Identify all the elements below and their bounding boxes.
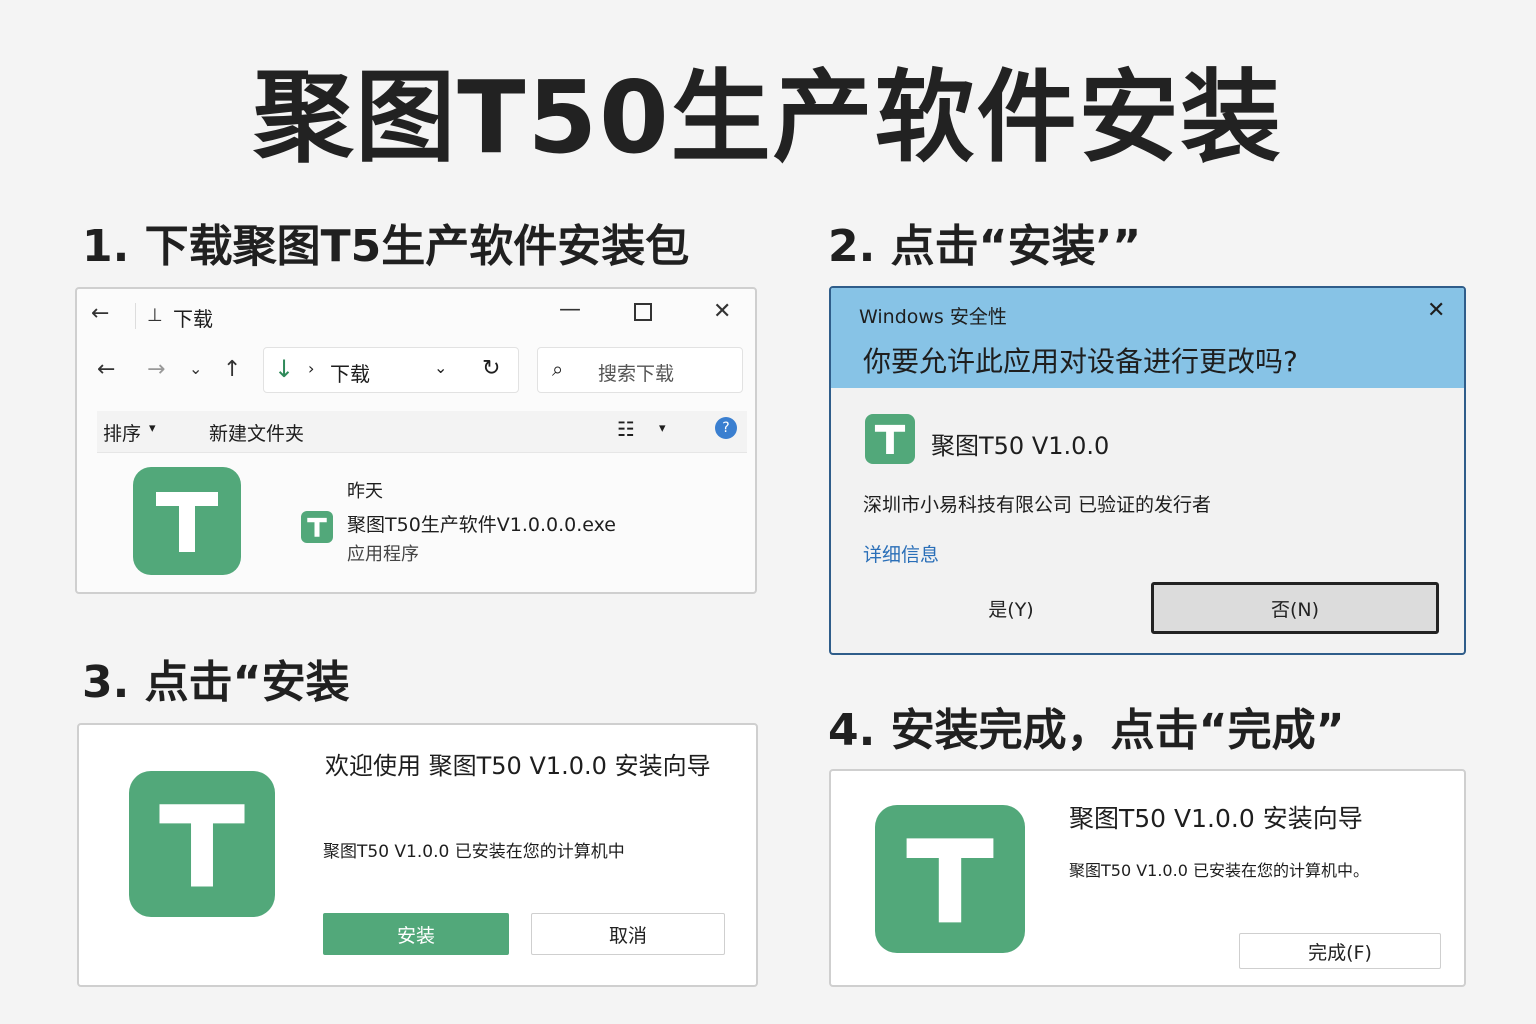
uac-publisher: 深圳市小易科技有限公司 已验证的发行者 [863,494,1212,516]
file-type: 应用程序 [347,544,419,565]
installer-finish-window: 聚图T50 V1.0.0 安装向导 聚图T50 V1.0.0 已安装在您的计算机… [829,769,1466,987]
close-icon[interactable]: ✕ [713,299,731,324]
uac-dialog: Windows 安全性 ✕ 你要允许此应用对设备进行更改吗? 聚图T50 V1.… [829,286,1466,655]
tab-title[interactable]: 下载 [173,303,213,332]
file-date-label: 昨天 [347,481,383,502]
view-dropdown-icon[interactable]: ▾ [659,421,666,436]
help-icon[interactable]: ? [715,417,737,439]
install-button[interactable]: 安装 [323,913,509,955]
search-placeholder: 搜索下载 [598,363,675,385]
uac-close-icon[interactable]: ✕ [1427,298,1445,323]
finish-text: 聚图T50 V1.0.0 已安装在您的计算机中。 [1069,861,1369,880]
installer-welcome-window: 欢迎使用 聚图T50 V1.0.0 安装向导 聚图T50 V1.0.0 已安装在… [77,723,758,987]
tab-divider [135,303,136,329]
path-chevron-icon: › [308,359,315,378]
cancel-button[interactable]: 取消 [531,913,725,955]
finish-logo-icon [875,805,1025,953]
sort-dropdown-icon[interactable]: ▾ [149,421,156,436]
step-1-heading: 1. 下载聚图T5生产软件安装包 [82,221,690,272]
uac-header: Windows 安全性 ✕ 你要允许此应用对设备进行更改吗? [831,288,1464,388]
nav-forward-icon[interactable]: → [147,357,165,382]
finish-title: 聚图T50 V1.0.0 安装向导 [1069,804,1363,833]
uac-more-details-link[interactable]: 详细信息 [863,540,939,567]
uac-question: 你要允许此应用对设备进行更改吗? [863,345,1298,378]
file-name[interactable]: 聚图T50生产软件V1.0.0.0.exe [347,510,616,537]
app-logo-icon [133,467,241,575]
new-folder-button[interactable]: 新建文件夹 [209,419,304,446]
installer-welcome-title: 欢迎使用 聚图T50 V1.0.0 安装向导 [325,752,711,780]
search-box[interactable]: ⌕ 搜索下载 [537,347,743,393]
download-arrow-icon: ↓ [274,355,295,383]
finish-button[interactable]: 完成(F) [1239,933,1441,969]
page-title: 聚图T50生产软件安装 [253,59,1283,176]
installer-welcome-text: 聚图T50 V1.0.0 已安装在您的计算机中 [323,842,625,862]
search-icon: ⌕ [552,357,564,381]
uac-app-name: 聚图T50 V1.0.0 [931,432,1110,460]
maximize-icon[interactable] [634,303,652,321]
step-3-heading: 3. 点击“安装 [82,657,350,708]
path-segment-downloads[interactable]: 下载 [330,358,370,387]
step-4-heading: 4. 安装完成，点击“完成” [828,705,1345,756]
refresh-icon[interactable]: ↻ [482,356,500,381]
minimize-icon[interactable]: — [559,297,581,322]
download-icon: ⊥ [147,305,163,326]
installer-logo-icon [129,771,275,917]
sort-button[interactable]: 排序 [103,419,141,446]
uac-yes-button[interactable]: 是(Y) [863,584,1159,632]
command-bar: 排序 ▾ 新建文件夹 ☷ ▾ ? [97,411,747,453]
recent-dropdown-icon[interactable]: ⌄ [189,359,202,378]
uac-app-icon [865,414,915,464]
view-options-icon[interactable]: ☷ [617,417,635,441]
file-explorer-window: ← ⊥ 下载 — ✕ ← → ⌄ ↑ ↓ › 下载 ⌄ ↻ ⌕ 搜索下载 排序 … [75,287,757,594]
back-arrow-icon[interactable]: ← [91,301,109,326]
address-bar[interactable]: ↓ › 下载 ⌄ ↻ [263,347,519,393]
nav-back-icon[interactable]: ← [97,357,115,382]
address-dropdown-icon[interactable]: ⌄ [434,358,447,377]
uac-no-button[interactable]: 否(N) [1151,582,1439,634]
step-2-heading: 2. 点击“安装’” [828,221,1142,272]
file-icon [301,511,333,543]
nav-up-icon[interactable]: ↑ [223,357,241,382]
uac-window-title: Windows 安全性 [859,306,1007,328]
